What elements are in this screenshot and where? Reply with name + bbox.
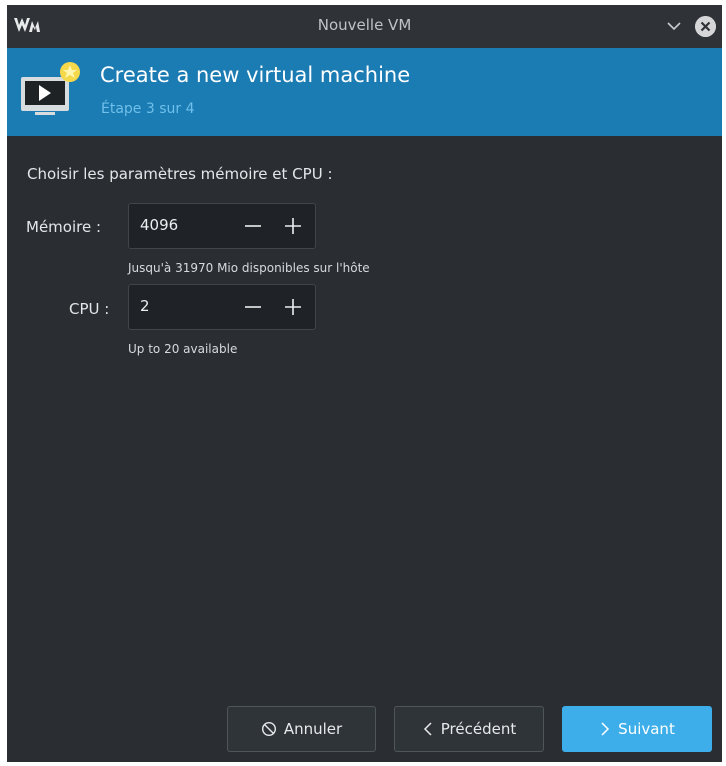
- cpu-increment-icon[interactable]: [279, 293, 307, 321]
- page-title: Create a new virtual machine: [100, 63, 411, 87]
- close-icon[interactable]: [695, 16, 716, 37]
- next-button[interactable]: Suivant: [562, 706, 712, 752]
- new-vm-icon: [21, 62, 80, 115]
- memory-spinbox[interactable]: 4096: [128, 203, 316, 249]
- next-label: Suivant: [618, 720, 675, 738]
- memory-label: Mémoire :: [26, 218, 102, 236]
- cpu-spinbox[interactable]: 2: [128, 284, 316, 330]
- memory-increment-icon[interactable]: [279, 212, 307, 240]
- cpu-hint: Up to 20 available: [128, 342, 238, 356]
- chevron-right-icon: [601, 722, 610, 736]
- memory-value[interactable]: 4096: [140, 216, 178, 234]
- cpu-value[interactable]: 2: [140, 297, 150, 315]
- cpu-decrement-icon[interactable]: [239, 293, 267, 321]
- header-banner: Create a new virtual machine Étape 3 sur…: [7, 48, 722, 136]
- section-label: Choisir les paramètres mémoire et CPU :: [27, 165, 333, 183]
- memory-decrement-icon[interactable]: [239, 212, 267, 240]
- chevron-left-icon: [423, 722, 432, 736]
- back-button[interactable]: Précédent: [394, 706, 544, 752]
- new-vm-dialog: Nouvelle VM Create a new virtual machine…: [7, 5, 722, 762]
- cancel-icon: [261, 721, 276, 737]
- window-title: Nouvelle VM: [317, 16, 412, 34]
- step-indicator: Étape 3 sur 4: [101, 101, 195, 117]
- cpu-label: CPU :: [69, 300, 110, 318]
- cancel-button[interactable]: Annuler: [227, 706, 376, 752]
- back-label: Précédent: [440, 720, 517, 738]
- title-bar[interactable]: Nouvelle VM: [7, 5, 722, 48]
- cancel-label: Annuler: [283, 720, 343, 738]
- memory-hint: Jusqu'à 31970 Mio disponibles sur l'hôte: [128, 261, 370, 275]
- chevron-down-icon[interactable]: [665, 17, 683, 35]
